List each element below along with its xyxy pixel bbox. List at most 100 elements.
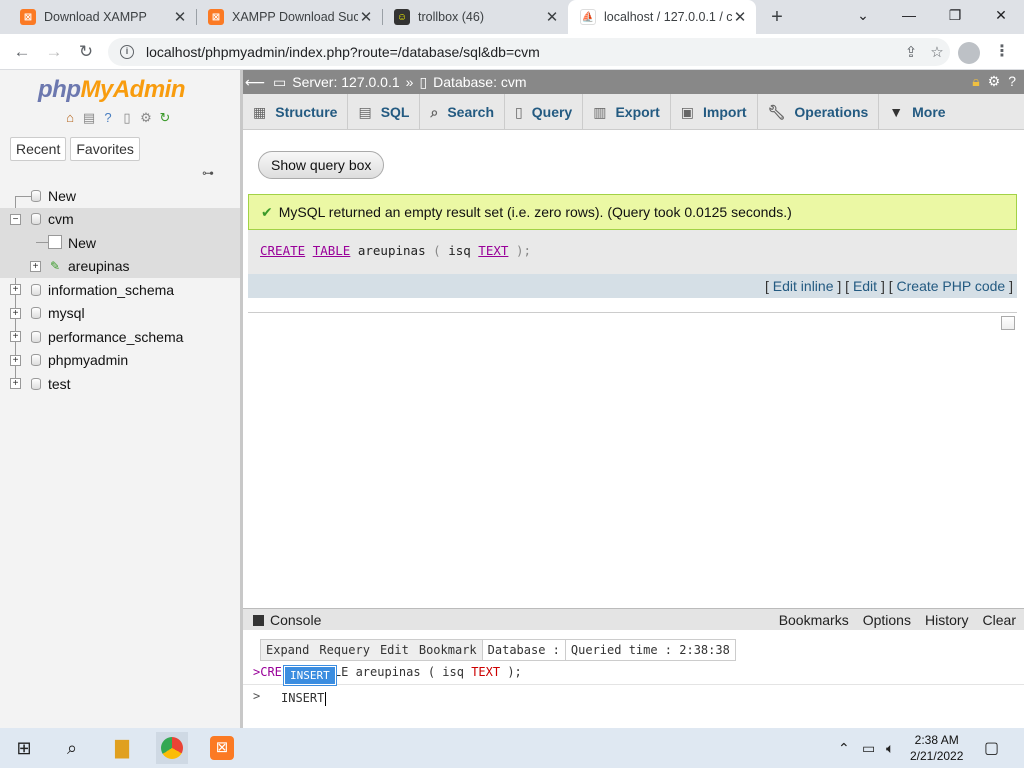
sql-action-links: [ Edit inline ] [ Edit ] [ Create PHP co…: [248, 274, 1017, 298]
chevron-up-icon[interactable]: ⌃: [838, 740, 850, 757]
breadcrumb-server[interactable]: Server: 127.0.0.1: [292, 74, 399, 90]
breadcrumb-database[interactable]: Database: cvm: [433, 74, 526, 90]
phpmyadmin-logo[interactable]: phpMyAdmin: [38, 76, 185, 104]
new-tab-button[interactable]: +: [764, 4, 790, 30]
console-divider: [243, 684, 1024, 685]
expand-icon[interactable]: +: [10, 331, 21, 343]
restore-button[interactable]: ❐: [932, 0, 978, 30]
tab-operations[interactable]: 🔧︎ Operations: [758, 94, 880, 130]
help-icon[interactable]: ?: [1008, 73, 1016, 90]
site-info-icon[interactable]: i: [120, 45, 134, 59]
console-expand[interactable]: Expand: [261, 640, 314, 660]
tree-item-test[interactable]: + test: [0, 372, 240, 396]
recent-tab[interactable]: Recent: [10, 137, 67, 161]
notification-icon[interactable]: ▢: [984, 738, 999, 758]
tree-item-new-database[interactable]: New: [0, 184, 240, 208]
edit-inline-link[interactable]: Edit inline: [773, 278, 834, 294]
console-query-toolbar: Expand Requery Edit Bookmark Database : …: [260, 639, 736, 661]
expand-icon[interactable]: +: [10, 307, 21, 319]
close-icon[interactable]: ✕: [544, 8, 560, 26]
browser-tab-download-xampp[interactable]: ⊠ Download XAMPP ✕: [8, 0, 196, 34]
expand-icon[interactable]: +: [10, 378, 21, 390]
settings-gear-icon[interactable]: ⚙: [988, 73, 1001, 90]
minimize-button[interactable]: —: [886, 0, 932, 30]
console-options-link[interactable]: Options: [863, 609, 911, 631]
tree-item-mysql[interactable]: + mysql: [0, 302, 240, 326]
browser-tab-localhost[interactable]: ⛵ localhost / 127.0.0.1 / c ✕: [568, 0, 756, 34]
tab-more[interactable]: ▼ More: [879, 94, 955, 130]
file-explorer-icon[interactable]: ▇: [106, 732, 138, 764]
system-clock[interactable]: 2:38 AM 2/21/2022: [910, 732, 963, 764]
tab-import[interactable]: ▣ Import: [671, 94, 758, 130]
browser-tab-xampp-success[interactable]: ⊠ XAMPP Download Succ ✕: [196, 0, 382, 34]
network-icon[interactable]: ▭: [862, 740, 875, 757]
close-icon[interactable]: ✕: [732, 8, 748, 26]
console-requery[interactable]: Requery: [314, 640, 375, 660]
browser-tab-trollbox[interactable]: ☺ trollbox (46) ✕: [382, 0, 568, 34]
console-bookmark[interactable]: Bookmark: [414, 640, 482, 660]
profile-avatar[interactable]: [958, 42, 980, 64]
console-history[interactable]: History: [925, 609, 969, 631]
search-icon[interactable]: ⌕: [56, 732, 88, 764]
console-body[interactable]: Expand Requery Edit Bookmark Database : …: [243, 630, 1024, 728]
favorites-tab[interactable]: Favorites: [70, 137, 140, 161]
console-icon: [253, 614, 264, 626]
tab-sql[interactable]: ▤ SQL: [348, 94, 421, 130]
tree-item-cvm-new-table[interactable]: New: [0, 231, 240, 255]
bookmark-star-icon[interactable]: ☆: [924, 43, 950, 61]
help-icon[interactable]: ?: [100, 110, 116, 126]
reload-nav-icon[interactable]: ↻: [157, 110, 173, 126]
tree-item-areupinas[interactable]: + ✎ areupinas: [0, 254, 240, 278]
tab-structure[interactable]: ▦ Structure: [243, 94, 349, 130]
page-settings-icon[interactable]: [1001, 316, 1015, 330]
collapse-icon[interactable]: −: [10, 213, 21, 225]
link-with-main-panel-icon[interactable]: ⊶: [202, 166, 214, 180]
tree-item-cvm[interactable]: − cvm: [0, 207, 240, 231]
lock-icon[interactable]: 🔒︎: [972, 73, 979, 90]
show-query-box-button[interactable]: Show query box: [258, 151, 385, 179]
tab-query[interactable]: ▯ Query: [505, 94, 584, 130]
close-icon[interactable]: ✕: [172, 8, 188, 26]
back-button[interactable]: ←: [10, 40, 34, 64]
settings-gear-icon[interactable]: ⚙: [138, 110, 154, 126]
forward-button[interactable]: →: [42, 40, 66, 64]
reload-button[interactable]: ↻: [74, 40, 98, 64]
expand-icon[interactable]: +: [10, 284, 21, 296]
xampp-taskbar-icon[interactable]: ⊠: [206, 732, 238, 764]
autocomplete-suggestion[interactable]: INSERT: [284, 666, 336, 685]
close-icon[interactable]: ✕: [358, 8, 374, 26]
create-php-code-link[interactable]: Create PHP code: [897, 278, 1006, 294]
share-icon[interactable]: ⇪: [898, 43, 924, 61]
console-clear[interactable]: Clear: [983, 609, 1016, 631]
edit-link[interactable]: Edit: [853, 278, 877, 294]
expand-icon[interactable]: +: [30, 260, 41, 272]
tree-item-phpmyadmin[interactable]: + phpmyadmin: [0, 349, 240, 373]
docs-icon[interactable]: ▯: [119, 110, 135, 126]
expand-icon[interactable]: +: [10, 354, 21, 366]
home-icon[interactable]: ⌂: [62, 110, 78, 126]
tree-item-information-schema[interactable]: + information_schema: [0, 278, 240, 302]
volume-icon[interactable]: 🔈︎: [886, 740, 894, 757]
console-bookmarks[interactable]: Bookmarks: [779, 609, 849, 631]
text-caret: [325, 691, 327, 706]
console-input[interactable]: INSERT: [281, 691, 327, 706]
tab-label: Import: [703, 104, 747, 120]
chrome-icon[interactable]: [156, 732, 188, 764]
collapse-nav-arrow-icon[interactable]: ⟵: [245, 74, 265, 91]
logout-icon[interactable]: ▤: [81, 110, 97, 126]
console-title[interactable]: Console: [253, 609, 321, 631]
url-text[interactable]: localhost/phpmyadmin/index.php?route=/da…: [146, 44, 898, 60]
windows-start-icon[interactable]: ⊞: [8, 732, 40, 764]
sql-type[interactable]: TEXT: [478, 243, 508, 258]
omnibox[interactable]: i localhost/phpmyadmin/index.php?route=/…: [108, 38, 950, 66]
browser-menu-icon[interactable]: ⋮: [994, 41, 1010, 61]
sql-keyword[interactable]: CREATE: [260, 243, 305, 258]
tab-search-icon[interactable]: ⌄: [840, 0, 886, 30]
close-window-button[interactable]: ✕: [978, 0, 1024, 30]
tab-export[interactable]: ▥ Export: [583, 94, 671, 130]
console-header[interactable]: Console Bookmarks Options History Clear: [243, 608, 1024, 630]
tree-item-performance-schema[interactable]: + performance_schema: [0, 325, 240, 349]
sql-keyword[interactable]: TABLE: [313, 243, 351, 258]
tab-search[interactable]: ⌕ Search: [420, 94, 506, 130]
console-edit[interactable]: Edit: [375, 640, 414, 660]
